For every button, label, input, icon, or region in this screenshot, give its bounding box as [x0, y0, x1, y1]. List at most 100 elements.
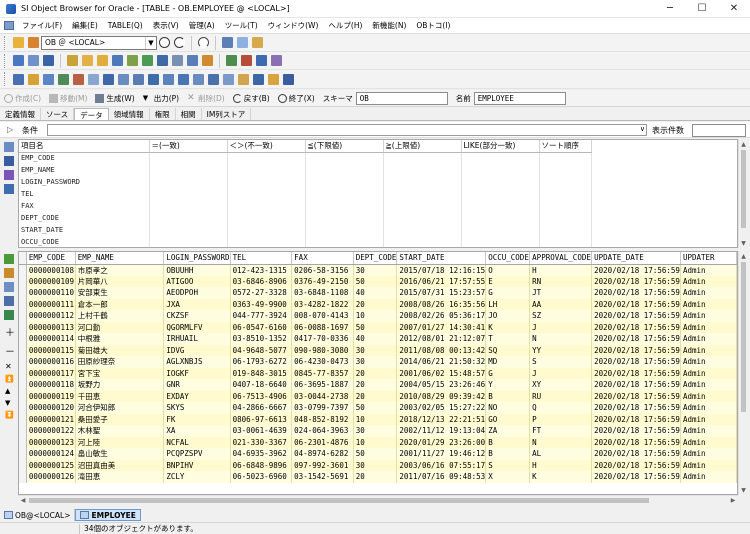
table-cell[interactable]: N — [529, 436, 593, 448]
table-cell[interactable]: 2020/02/18 17:56:59 — [591, 367, 681, 379]
table-cell[interactable]: 2002/11/12 19:13:04 — [396, 425, 487, 437]
column-header[interactable]: APPROVAL_CODE — [529, 252, 593, 265]
delete-button[interactable]: ✕ 削除(D) — [187, 93, 225, 104]
bookmark-icon[interactable] — [268, 73, 279, 85]
table-cell[interactable]: 06-4230-0473 — [291, 356, 354, 368]
table-cell[interactable]: 0000000122 — [26, 425, 76, 437]
table-cell[interactable]: 2020/02/18 17:56:59 — [591, 344, 681, 356]
table-cell[interactable]: 03-0061-4639 — [230, 425, 293, 437]
table-cell[interactable]: G — [485, 287, 531, 299]
table-cell[interactable]: 0000000113 — [26, 321, 76, 333]
table-cell[interactable]: 千田恵 — [75, 390, 165, 402]
condition-column-header[interactable]: 項目名 — [19, 140, 150, 153]
table-cell[interactable]: 06-2301-4876 — [291, 436, 354, 448]
menu-window[interactable]: ウィンドウ(W) — [263, 18, 324, 34]
table-cell[interactable]: 03-4282-1822 — [291, 298, 354, 310]
table-cell[interactable]: 06-0088-1697 — [291, 321, 354, 333]
table-cell[interactable]: 2010/08/29 09:39:42 — [396, 390, 487, 402]
table-cell[interactable]: 2020/02/18 17:56:59 — [591, 275, 681, 287]
table-row[interactable]: 0000000112 上村千鶴 CKZSF 044-777-3924 008-070-4… — [19, 310, 737, 322]
condition-cell[interactable] — [539, 176, 592, 188]
table-cell[interactable]: 30 — [353, 264, 398, 276]
table-cell[interactable]: 03-6846-8906 — [230, 275, 293, 287]
table-cell[interactable]: 倉本一郎 — [75, 298, 165, 310]
condition-cell[interactable] — [383, 236, 462, 247]
row-header[interactable] — [19, 390, 27, 402]
table-cell[interactable]: P — [529, 413, 593, 425]
data-vertical-scrollbar[interactable]: ▲ ▼ — [738, 251, 748, 495]
condition-cell[interactable] — [149, 164, 228, 176]
column-header[interactable]: DEPT_CODE — [353, 252, 398, 265]
table-cell[interactable]: Admin — [680, 321, 737, 333]
table-cell[interactable]: B — [485, 390, 531, 402]
table-cell[interactable]: AA — [529, 298, 593, 310]
row-header[interactable] — [19, 298, 27, 310]
table-cell[interactable]: O — [485, 264, 531, 276]
table-cell[interactable]: XA — [163, 425, 231, 437]
scroll-thumb[interactable] — [741, 262, 746, 412]
condition-cell[interactable] — [227, 176, 306, 188]
condition-input[interactable]: ∨ — [47, 124, 647, 136]
table-cell[interactable]: 0000000108 — [26, 264, 76, 276]
table-cell[interactable]: 2020/02/18 17:56:59 — [591, 298, 681, 310]
undo-icon[interactable] — [198, 37, 209, 48]
view-icon[interactable] — [127, 55, 138, 66]
table-cell[interactable]: 2020/02/18 17:56:59 — [591, 390, 681, 402]
menu-help[interactable]: ヘルプ(H) — [323, 18, 367, 34]
tab-data[interactable]: データ — [74, 108, 109, 120]
table-cell[interactable]: 04-2866-6667 — [230, 402, 293, 414]
table-cell[interactable]: 2001/11/27 19:46:12 — [396, 448, 487, 460]
table-cell[interactable]: 0000000111 — [26, 298, 76, 310]
table-cell[interactable]: 03-0799-7397 — [291, 402, 354, 414]
condition-cell[interactable] — [539, 164, 592, 176]
table-cell[interactable]: 097-992-3601 — [291, 459, 354, 471]
condition-cell[interactable] — [461, 164, 540, 176]
table-cell[interactable]: 0000000116 — [26, 356, 76, 368]
table-cell[interactable]: Admin — [680, 379, 737, 391]
table-cell[interactable]: 2020/02/18 17:56:59 — [591, 402, 681, 414]
table-cell[interactable]: 河口勤 — [75, 321, 165, 333]
scroll-down-arrow[interactable]: ▼ — [739, 238, 748, 248]
table-cell[interactable]: 0000000115 — [26, 344, 76, 356]
condition-scrollbar[interactable]: ▲ ▼ — [738, 139, 748, 248]
table-cell[interactable]: PCQPZSPV — [163, 448, 231, 460]
scroll-down-arrow[interactable]: ▼ — [739, 485, 748, 495]
row-header[interactable] — [19, 356, 27, 368]
table-cell[interactable]: ATIGOO — [163, 275, 231, 287]
condition-cell[interactable] — [227, 188, 306, 200]
scroll-right-arrow[interactable]: ▶ — [728, 496, 738, 505]
table-cell[interactable]: 沼田真由美 — [75, 459, 165, 471]
table-cell[interactable]: Q — [529, 402, 593, 414]
table-cell[interactable]: 0206-58-3156 — [291, 264, 354, 276]
calendar-icon[interactable] — [148, 73, 159, 85]
table-cell[interactable]: 2020/02/18 17:56:59 — [591, 448, 681, 460]
condition-cell[interactable] — [305, 164, 384, 176]
table-cell[interactable]: 10 — [353, 310, 398, 322]
table-cell[interactable]: 2016/06/21 17:57:55 — [396, 275, 487, 287]
table-cell[interactable]: 2014/06/21 21:50:32 — [396, 356, 487, 368]
tab-source[interactable]: ソース — [41, 108, 75, 120]
table-cell[interactable]: 河合伊知郎 — [75, 402, 165, 414]
table-cell[interactable]: B — [485, 448, 531, 460]
table-cell[interactable]: 0845-77-8357 — [291, 367, 354, 379]
maximize-button[interactable]: ☐ — [686, 0, 718, 18]
compare-icon[interactable] — [118, 73, 129, 85]
table-cell[interactable]: Admin — [680, 344, 737, 356]
table-cell[interactable]: 048-852-8192 — [291, 413, 354, 425]
table-cell[interactable]: 滝田恵 — [75, 471, 165, 483]
prev-row-icon[interactable]: ▲ — [5, 387, 18, 395]
tab-privileges[interactable]: 権限 — [150, 108, 176, 120]
table-cell[interactable]: 2020/02/18 17:56:59 — [591, 356, 681, 368]
condition-cell[interactable] — [305, 152, 384, 164]
table-cell[interactable]: 06-6848-9896 — [230, 459, 293, 471]
column-header[interactable]: OCCU_CODE — [485, 252, 531, 265]
export-icon[interactable] — [58, 73, 69, 85]
list-icon[interactable] — [208, 73, 219, 85]
chevron-down-icon[interactable]: ∨ — [640, 125, 645, 133]
table-cell[interactable]: Admin — [680, 436, 737, 448]
table-cell[interactable]: K — [529, 471, 593, 483]
condition-cell[interactable] — [461, 152, 540, 164]
row-header[interactable] — [19, 471, 27, 483]
tab-dependencies[interactable]: 相関 — [176, 108, 202, 120]
eraser-icon[interactable] — [4, 170, 14, 180]
